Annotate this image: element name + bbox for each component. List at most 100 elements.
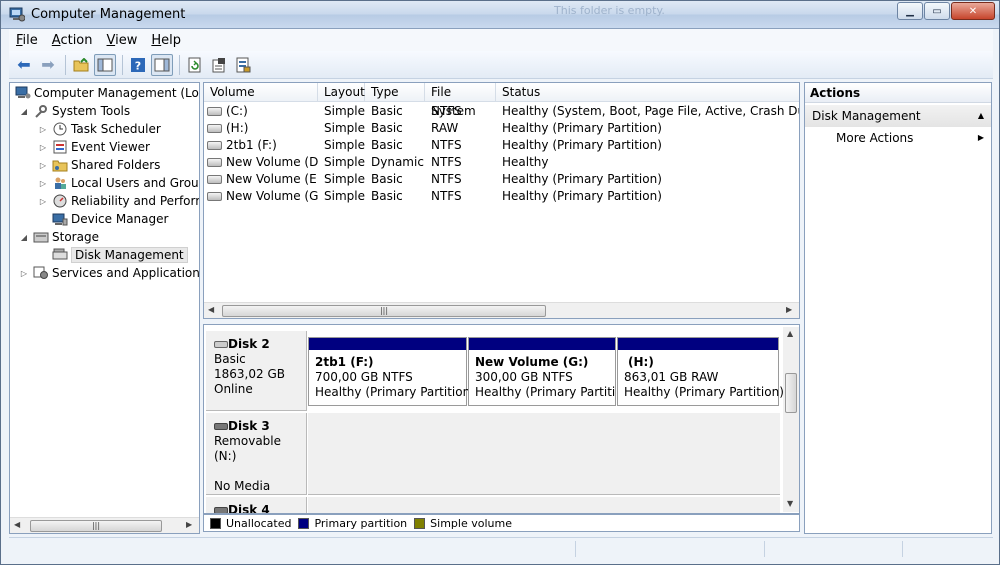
scroll-left-arrow-icon[interactable]: ◀ [208,305,214,314]
menu-file[interactable]: File [9,33,45,48]
volume-row[interactable]: (H:) Simple Basic RAW Healthy (Primary P… [204,120,799,137]
actions-section-disk-management[interactable]: Disk Management ▲ [805,105,991,127]
back-button[interactable]: ⬅ [13,54,35,76]
computer-management-icon [9,7,25,22]
volume-list-horizontal-scrollbar[interactable]: ◀ ||| ▶ [204,302,799,318]
tree-item-system-tools[interactable]: ◢ System Tools [18,102,130,120]
partition-h[interactable]: (H:) 863,01 GB RAW Healthy (Primary Partit… [617,337,784,406]
tree-item-computer-management[interactable]: Computer Management (Local [12,84,199,102]
export-list-button[interactable] [232,54,254,76]
status-bar-segment [575,541,576,557]
status-bar [9,537,993,559]
toolbar: ⬅ ➡ ? [9,51,993,79]
refresh-icon [188,57,201,72]
storage-icon [33,232,49,243]
collapsed-arrow-icon[interactable]: ▷ [37,143,49,152]
maximize-icon: ▭ [932,5,942,17]
volume-row[interactable]: New Volume (D:) Simple Dynamic NTFS Heal… [204,154,799,171]
scroll-left-arrow-icon[interactable]: ◀ [14,520,20,529]
column-header-volume[interactable]: Volume [204,83,318,102]
expanded-arrow-icon[interactable]: ◢ [18,233,30,242]
disk-2-label[interactable]: Disk 2 Basic 1863,02 GB Online [206,331,307,411]
column-header-status[interactable]: Status [496,83,799,102]
menu-help[interactable]: Help [144,33,188,48]
actions-header: Actions [805,83,991,103]
tree-item-task-scheduler[interactable]: ▷ Task Scheduler [37,120,161,138]
toolbar-separator [179,54,180,75]
scroll-up-arrow-icon[interactable]: ▲ [787,329,793,338]
minimize-button[interactable]: ▁ [897,2,923,20]
volume-list[interactable]: Volume Layout Type File System Status (C… [203,82,800,319]
tree-item-services-and-applications[interactable]: ▷ Services and Applications [18,264,199,282]
toolbar-separator [65,54,66,75]
close-button[interactable]: ✕ [951,2,995,20]
refresh-button[interactable] [184,54,206,76]
collapsed-arrow-icon[interactable]: ▷ [37,179,49,188]
show-hide-action-pane-icon [154,58,170,71]
tree-item-storage[interactable]: ◢ Storage [18,228,99,246]
menu-bar: File Action View Help [9,29,993,51]
volume-list-header: Volume Layout Type File System Status [204,83,799,118]
properties-button[interactable] [208,54,230,76]
tree-horizontal-scrollbar[interactable]: ◀ ||| ▶ [10,517,199,533]
volume-row[interactable]: (C:) Simple Basic NTFS Healthy (System, … [204,103,799,120]
legend-swatch [414,517,426,529]
volume-list-scroll-thumb[interactable]: ||| [222,305,546,317]
scroll-right-arrow-icon[interactable]: ▶ [786,305,792,314]
background-window-text: This folder is empty. [554,4,665,17]
tree-scroll-thumb[interactable]: ||| [30,520,162,532]
disk-3-label[interactable]: Disk 3 Removable (N:) No Media [206,413,307,495]
tree-item-disk-management[interactable]: Disk Management [49,246,188,264]
partition-g[interactable]: New Volume (G:) 300,00 GB NTFS Healthy (Pr… [468,337,616,406]
collapsed-arrow-icon[interactable]: ▷ [37,197,49,206]
system-tools-icon [35,105,47,118]
collapsed-arrow-icon[interactable]: ▷ [18,269,30,278]
disk-view-vertical-scrollbar[interactable]: ▲ ▼ [783,327,799,512]
forward-button[interactable]: ➡ [37,54,59,76]
scroll-down-arrow-icon[interactable]: ▼ [787,499,793,508]
volume-row[interactable]: 2tb1 (F:) Simple Basic NTFS Healthy (Pri… [204,137,799,154]
performance-icon [53,194,67,208]
minimize-icon: ▁ [906,5,914,17]
actions-pane: Actions Disk Management ▲ More Actions ▶ [804,82,992,534]
navigation-tree[interactable]: Computer Management (Local ◢ System Tool… [9,82,200,534]
help-button[interactable]: ? [127,54,149,76]
more-actions-item[interactable]: More Actions ▶ [805,127,991,149]
tree-item-reliability-and-performance[interactable]: ▷ Reliability and Performa [37,192,199,210]
volume-row[interactable]: New Volume (G:) Simple Basic NTFS Health… [204,188,799,205]
properties-icon [212,57,225,72]
collapse-arrow-icon[interactable]: ▲ [978,105,984,127]
column-header-layout[interactable]: Layout [318,83,365,102]
tree-item-event-viewer[interactable]: ▷ Event Viewer [37,138,150,156]
maximize-button[interactable]: ▭ [924,2,950,20]
drive-icon [207,107,222,116]
status-bar-segment [764,541,765,557]
column-header-type[interactable]: Type [365,83,425,102]
collapsed-arrow-icon[interactable]: ▷ [37,125,49,134]
collapsed-arrow-icon[interactable]: ▷ [37,161,49,170]
computer-management-icon [15,86,31,99]
legend-simple-volume: Simple volume [414,517,512,530]
disk-icon [214,507,228,513]
partition-f[interactable]: 2tb1 (F:) 700,00 GB NTFS Healthy (Primary … [308,337,475,406]
up-folder-button[interactable] [70,54,92,76]
tree-item-local-users-and-groups[interactable]: ▷ Local Users and Groups [37,174,199,192]
disk-graphical-view[interactable]: Disk 2 Basic 1863,02 GB Online 2tb1 (F:)… [203,324,800,514]
disk-4-label[interactable]: Disk 4 [206,497,307,513]
menu-view[interactable]: View [100,33,145,48]
tree-item-shared-folders[interactable]: ▷ Shared Folders [37,156,160,174]
removable-disk-icon [214,423,228,430]
disk-view-scroll-thumb[interactable] [785,373,797,413]
title-bar[interactable]: Computer Management This folder is empty… [1,1,999,29]
menu-action[interactable]: Action [45,33,100,48]
scroll-right-arrow-icon[interactable]: ▶ [186,520,192,529]
legend-swatch [298,517,310,529]
close-icon: ✕ [968,5,978,17]
expanded-arrow-icon[interactable]: ◢ [18,107,30,116]
show-hide-tree-button[interactable] [94,53,116,76]
tree-item-device-manager[interactable]: Device Manager [49,210,168,228]
volume-row[interactable]: New Volume (E:) Simple Basic NTFS Health… [204,171,799,188]
column-header-file-system[interactable]: File System [425,83,496,118]
help-icon: ? [131,57,145,72]
show-hide-action-pane-button[interactable] [151,53,173,76]
